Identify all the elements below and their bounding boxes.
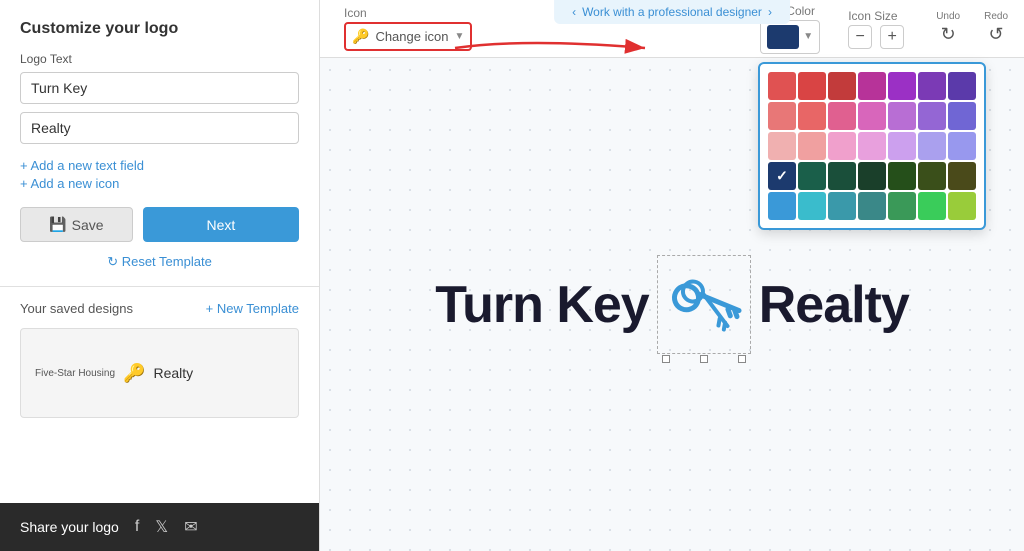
change-icon-label: Change icon bbox=[375, 29, 448, 44]
customize-section: Customize your logo Logo Text + Add a ne… bbox=[0, 0, 319, 287]
selection-handles bbox=[658, 355, 750, 363]
color-cell[interactable] bbox=[948, 72, 976, 100]
share-footer: Share your logo f 𝕏 ✉ bbox=[0, 503, 319, 551]
color-cell[interactable] bbox=[918, 192, 946, 220]
saved-design-card[interactable]: Five-Star Housing 🔑 Realty bbox=[20, 328, 299, 418]
color-cell[interactable] bbox=[888, 192, 916, 220]
color-cell[interactable] bbox=[858, 72, 886, 100]
color-cell[interactable] bbox=[888, 102, 916, 130]
saved-key-icon: 🔑 bbox=[123, 363, 145, 384]
color-cell[interactable] bbox=[798, 162, 826, 190]
undo-button[interactable]: ↻ bbox=[937, 22, 960, 47]
logo-icon-area[interactable] bbox=[657, 255, 751, 354]
color-cell[interactable] bbox=[918, 132, 946, 160]
color-cell[interactable] bbox=[828, 132, 856, 160]
logo-text-left: Turn Key bbox=[435, 275, 649, 335]
handle-bc bbox=[700, 355, 708, 363]
icon-section: Icon 🔑 Change icon ▼ bbox=[344, 6, 472, 51]
logo-text-field-2[interactable] bbox=[20, 112, 299, 144]
add-links: + Add a new text field + Add a new icon bbox=[20, 158, 299, 191]
saved-header: Your saved designs + New Template bbox=[20, 301, 299, 316]
handle-br bbox=[738, 355, 746, 363]
color-cell[interactable] bbox=[858, 132, 886, 160]
add-icon-link[interactable]: + Add a new icon bbox=[20, 176, 299, 191]
logo-text-right: Realty bbox=[759, 275, 909, 335]
new-template-link[interactable]: + New Template bbox=[206, 301, 299, 316]
color-dropdown[interactable] bbox=[758, 62, 986, 230]
icon-size-section: Icon Size − + bbox=[848, 9, 904, 49]
color-cell[interactable] bbox=[768, 132, 796, 160]
color-cell[interactable] bbox=[858, 192, 886, 220]
save-button[interactable]: 💾 Save bbox=[20, 207, 133, 242]
professional-banner-text: Work with a professional designer bbox=[582, 5, 762, 19]
left-panel: Customize your logo Logo Text + Add a ne… bbox=[0, 0, 320, 551]
saved-designs-label: Your saved designs bbox=[20, 301, 133, 316]
save-label: Save bbox=[72, 217, 104, 233]
color-chevron: ▼ bbox=[803, 31, 813, 42]
color-cell[interactable] bbox=[768, 192, 796, 220]
color-cell[interactable] bbox=[948, 162, 976, 190]
color-cell[interactable] bbox=[798, 192, 826, 220]
customize-title: Customize your logo bbox=[20, 20, 299, 38]
saved-section: Your saved designs + New Template Five-S… bbox=[0, 287, 319, 503]
undo-section: Undo ↻ bbox=[936, 11, 960, 47]
next-button[interactable]: Next bbox=[143, 207, 299, 242]
size-decrease-button[interactable]: − bbox=[848, 25, 872, 49]
icon-size-label: Icon Size bbox=[848, 9, 897, 23]
color-cell[interactable] bbox=[948, 132, 976, 160]
color-cell[interactable] bbox=[828, 162, 856, 190]
color-cell[interactable] bbox=[768, 162, 796, 190]
icon-color-picker[interactable]: ▼ bbox=[760, 20, 820, 54]
color-cell[interactable] bbox=[948, 192, 976, 220]
logo-preview: Turn Key bbox=[435, 255, 909, 354]
btn-row: 💾 Save Next bbox=[20, 207, 299, 242]
size-increase-button[interactable]: + bbox=[880, 25, 904, 49]
add-text-field-link[interactable]: + Add a new text field bbox=[20, 158, 299, 173]
color-cell[interactable] bbox=[828, 72, 856, 100]
save-icon: 💾 bbox=[49, 216, 66, 233]
key-icon-small: 🔑 bbox=[352, 28, 369, 45]
color-cell[interactable] bbox=[948, 102, 976, 130]
facebook-icon[interactable]: f bbox=[135, 518, 139, 536]
color-cell[interactable] bbox=[858, 162, 886, 190]
color-cell[interactable] bbox=[918, 72, 946, 100]
change-icon-chevron: ▼ bbox=[454, 31, 464, 42]
top-toolbar: ‹ Work with a professional designer › Ic… bbox=[320, 0, 1024, 58]
size-controls: − + bbox=[848, 25, 904, 49]
color-cell[interactable] bbox=[888, 162, 916, 190]
color-cell[interactable] bbox=[798, 72, 826, 100]
twitter-icon[interactable]: 𝕏 bbox=[155, 517, 168, 537]
share-label: Share your logo bbox=[20, 519, 119, 535]
professional-banner[interactable]: ‹ Work with a professional designer › bbox=[554, 0, 790, 24]
color-cell[interactable] bbox=[798, 102, 826, 130]
color-cell[interactable] bbox=[858, 102, 886, 130]
icon-label: Icon bbox=[344, 6, 367, 20]
color-cell[interactable] bbox=[798, 132, 826, 160]
logo-text-label: Logo Text bbox=[20, 52, 299, 66]
color-cell[interactable] bbox=[918, 102, 946, 130]
redo-label: Redo bbox=[984, 11, 1008, 22]
color-cell[interactable] bbox=[888, 72, 916, 100]
reset-template-link[interactable]: ↻ Reset Template bbox=[20, 254, 299, 270]
color-cell[interactable] bbox=[768, 72, 796, 100]
chevron-left-icon: ‹ bbox=[572, 5, 576, 19]
logo-keys-icon bbox=[664, 262, 744, 342]
color-cell[interactable] bbox=[828, 102, 856, 130]
saved-realty-label: Realty bbox=[153, 365, 193, 381]
undo-label: Undo bbox=[936, 11, 960, 22]
color-swatch bbox=[767, 25, 799, 49]
chevron-right-icon: › bbox=[768, 5, 772, 19]
redo-section: Redo ↺ bbox=[984, 11, 1008, 47]
color-cell[interactable] bbox=[828, 192, 856, 220]
redo-button[interactable]: ↺ bbox=[985, 22, 1008, 47]
right-panel: ‹ Work with a professional designer › Ic… bbox=[320, 0, 1024, 551]
color-cell[interactable] bbox=[768, 102, 796, 130]
email-icon[interactable]: ✉ bbox=[184, 517, 197, 537]
handle-bl bbox=[662, 355, 670, 363]
logo-text-field-1[interactable] bbox=[20, 72, 299, 104]
saved-small-text: Five-Star Housing bbox=[35, 368, 115, 379]
color-cell[interactable] bbox=[888, 132, 916, 160]
color-cell[interactable] bbox=[918, 162, 946, 190]
change-icon-button[interactable]: 🔑 Change icon ▼ bbox=[344, 22, 472, 51]
